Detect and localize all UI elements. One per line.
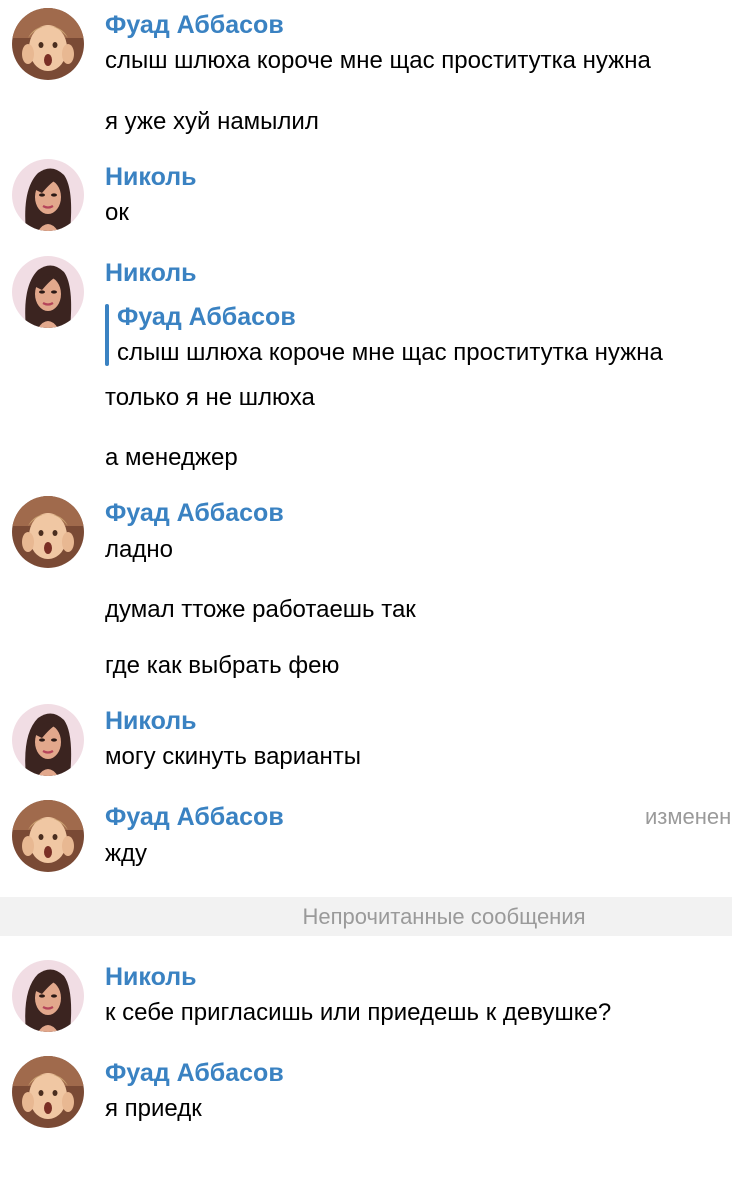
message-text: к себе пригласишь или приедешь к девушке… bbox=[105, 999, 612, 1026]
avatar-nikol[interactable] bbox=[12, 960, 84, 1032]
sender-name[interactable]: Николь bbox=[105, 962, 197, 992]
message-text: я уже хуй намылил bbox=[105, 108, 319, 135]
sender-name[interactable]: Фуад Аббасов bbox=[105, 498, 284, 528]
sender-name[interactable]: Фуад Аббасов bbox=[105, 802, 284, 832]
message-text: думал ттоже работаешь так bbox=[105, 596, 416, 623]
chat-history[interactable]: Фуад Аббасов слыш шлюха короче мне щас п… bbox=[0, 0, 732, 1180]
message-text: где как выбрать фею bbox=[105, 652, 340, 679]
reply-quote[interactable]: Фуад Аббасов слыш шлюха короче мне щас п… bbox=[105, 300, 732, 370]
message-text: могу скинуть варианты bbox=[105, 743, 362, 770]
message-text: а менеджер bbox=[105, 444, 238, 471]
sender-name[interactable]: Фуад Аббасов bbox=[105, 10, 284, 40]
avatar-nikol[interactable] bbox=[12, 159, 84, 231]
message-text: слыш шлюха короче мне щас проститутка ну… bbox=[105, 47, 651, 74]
reply-quote-text: слыш шлюха короче мне щас проститутка ну… bbox=[117, 339, 663, 366]
unread-messages-divider: Непрочитанные сообщения bbox=[0, 897, 732, 936]
edited-label: изменено bbox=[645, 804, 732, 829]
avatar-fuad[interactable] bbox=[12, 800, 84, 872]
sender-name[interactable]: Николь bbox=[105, 706, 197, 736]
message-text: жду bbox=[105, 840, 148, 867]
reply-quote-sender: Фуад Аббасов bbox=[117, 303, 296, 331]
sender-name[interactable]: Фуад Аббасов bbox=[105, 1058, 284, 1088]
message-text: ладно bbox=[105, 536, 173, 563]
sender-name[interactable]: Николь bbox=[105, 258, 197, 288]
avatar-nikol[interactable] bbox=[12, 704, 84, 776]
avatar-nikol[interactable] bbox=[12, 256, 84, 328]
message-text: только я не шлюха bbox=[105, 384, 315, 411]
sender-name[interactable]: Николь bbox=[105, 162, 197, 192]
avatar-fuad[interactable] bbox=[12, 496, 84, 568]
message-text: я приедк bbox=[105, 1095, 202, 1122]
unread-divider-label: Непрочитанные сообщения bbox=[302, 904, 586, 929]
avatar-fuad[interactable] bbox=[12, 8, 84, 80]
reply-quote-bar bbox=[105, 304, 109, 366]
avatar-fuad[interactable] bbox=[12, 1056, 84, 1128]
message-text: ок bbox=[105, 199, 129, 226]
